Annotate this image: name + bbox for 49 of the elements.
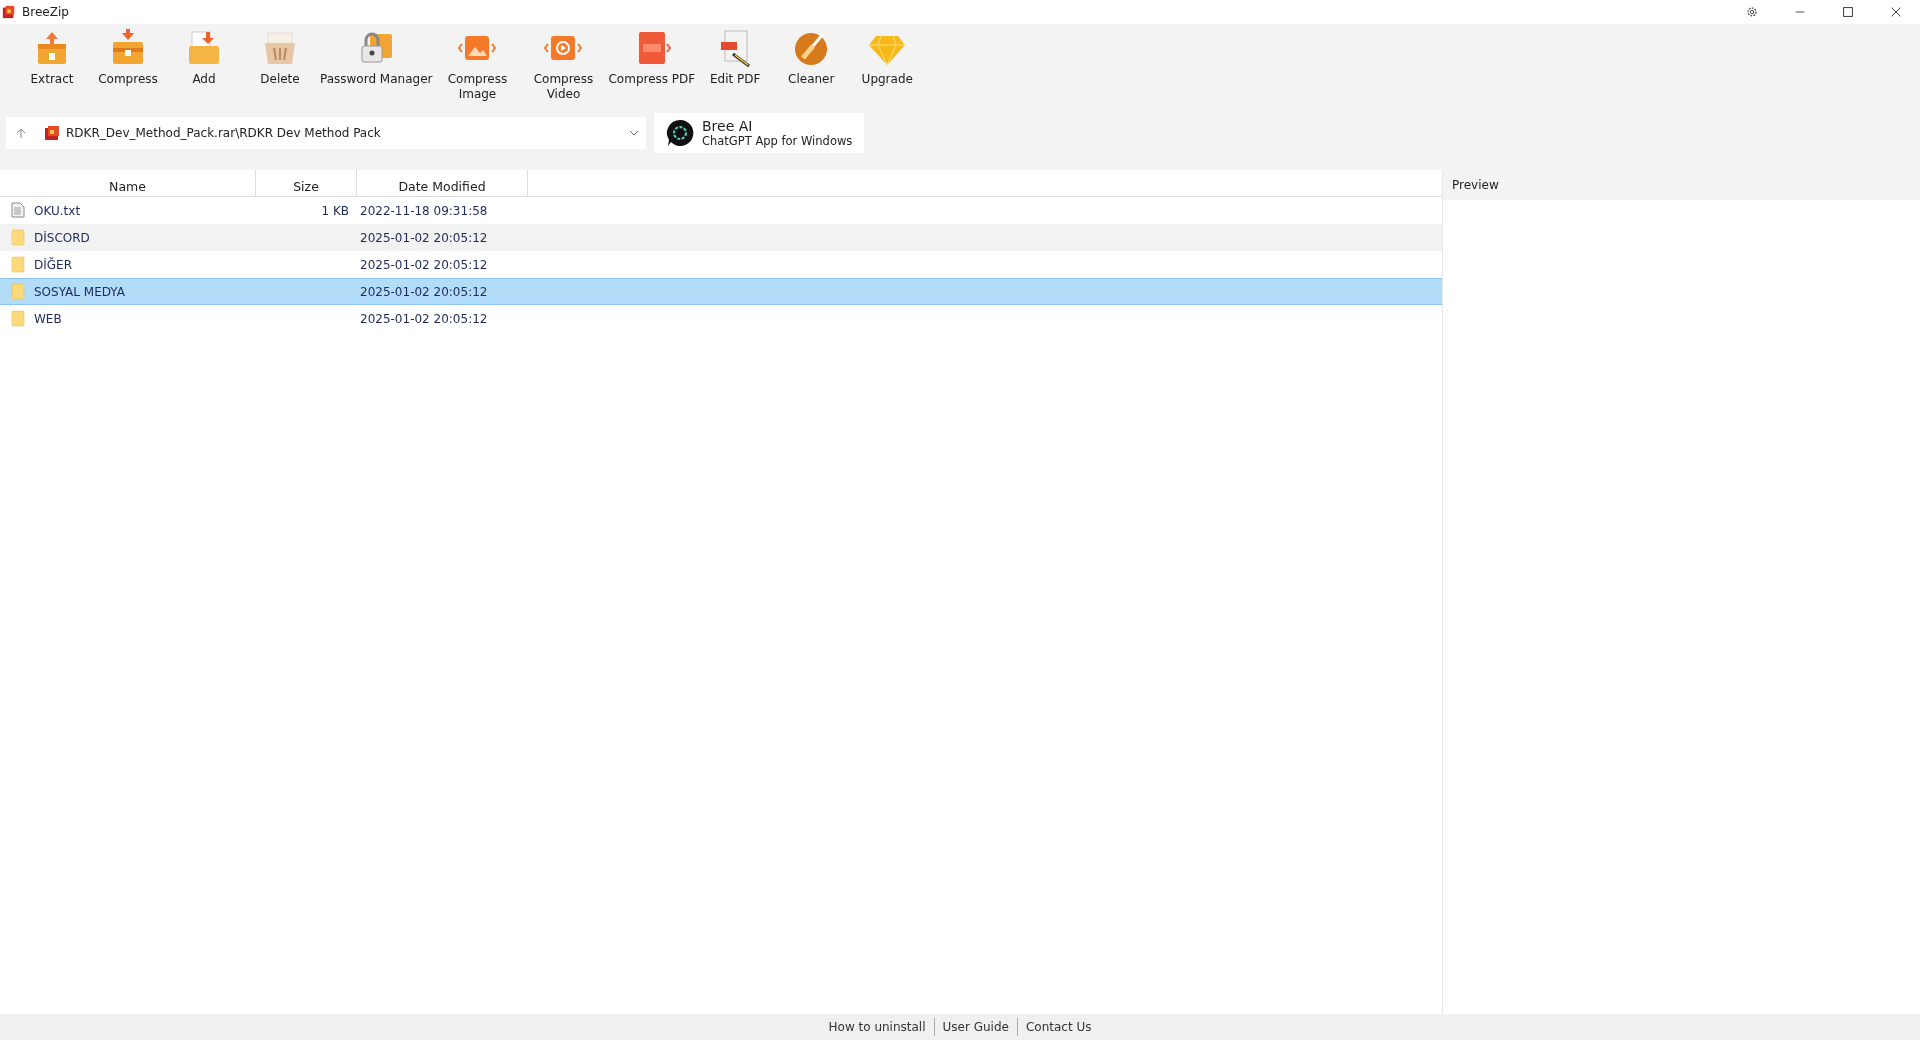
- file-name: DİSCORD: [34, 230, 90, 245]
- toolbar-button[interactable]: Add: [166, 28, 242, 87]
- file-date: 2025-01-02 20:05:12: [360, 284, 488, 299]
- file-date: 2022-11-18 09:31:58: [360, 203, 488, 218]
- column-header[interactable]: Size: [256, 170, 357, 196]
- footer-link[interactable]: How to uninstall: [820, 1018, 934, 1036]
- file-row[interactable]: SOSYAL MEDYA 2025-01-02 20:05:12: [0, 278, 1442, 305]
- file-row[interactable]: OKU.txt 1 KB 2022-11-18 09:31:58: [0, 197, 1442, 224]
- app-logo-icon: [2, 5, 16, 19]
- file-name: OKU.txt: [34, 203, 81, 218]
- promo-banner[interactable]: Bree AI ChatGPT App for Windows: [654, 113, 865, 153]
- folder-icon: [10, 229, 26, 246]
- toolbar-button[interactable]: Password Manager: [318, 28, 435, 87]
- archive-icon: [44, 125, 60, 141]
- chat-bubble-logo-icon: [666, 119, 694, 147]
- folder-icon: [10, 310, 26, 327]
- folder-icon: [10, 256, 26, 273]
- toolbar-button[interactable]: Delete: [242, 28, 318, 87]
- file-size: 1 KB: [321, 203, 349, 218]
- settings-icon[interactable]: [1745, 5, 1759, 19]
- window-title: BreeZip: [22, 5, 69, 19]
- path-text: RDKR_Dev_Method_Pack.rar\RDKR Dev Method Pack: [66, 126, 382, 140]
- file-date: 2025-01-02 20:05:12: [360, 230, 488, 245]
- toolbar-button[interactable]: Cleaner: [773, 28, 850, 87]
- column-header[interactable]: Date Modified: [357, 170, 528, 196]
- file-name: SOSYAL MEDYA: [34, 284, 125, 299]
- toolbar-button[interactable]: Compress Image: [434, 28, 521, 102]
- file-date: 2025-01-02 20:05:12: [360, 257, 488, 272]
- document-icon: [10, 202, 26, 219]
- toolbar-button[interactable]: Upgrade: [849, 28, 926, 87]
- toolbar-button[interactable]: Extract: [14, 28, 90, 87]
- up-arrow-icon[interactable]: [15, 127, 27, 139]
- file-date: 2025-01-02 20:05:12: [360, 311, 488, 326]
- footer-link[interactable]: User Guide: [933, 1018, 1017, 1036]
- toolbar-button[interactable]: Compress: [90, 28, 166, 87]
- footer-link[interactable]: Contact Us: [1016, 1018, 1100, 1036]
- file-row[interactable]: WEB 2025-01-02 20:05:12: [0, 305, 1442, 332]
- close-icon[interactable]: [1889, 5, 1903, 19]
- toolbar-button[interactable]: Compress PDF: [606, 28, 698, 87]
- preview-header: Preview: [1443, 170, 1920, 200]
- file-name: WEB: [34, 311, 62, 326]
- file-name: DİĞER: [34, 257, 72, 272]
- toolbar-button[interactable]: Compress Video: [520, 28, 607, 102]
- folder-icon: [10, 283, 26, 300]
- file-row[interactable]: DİĞER 2025-01-02 20:05:12: [0, 251, 1442, 278]
- toolbar-button[interactable]: Edit PDF: [697, 28, 774, 87]
- column-header[interactable]: Name: [0, 170, 256, 196]
- file-row[interactable]: DİSCORD 2025-01-02 20:05:12: [0, 224, 1442, 251]
- maximize-icon[interactable]: [1841, 5, 1855, 19]
